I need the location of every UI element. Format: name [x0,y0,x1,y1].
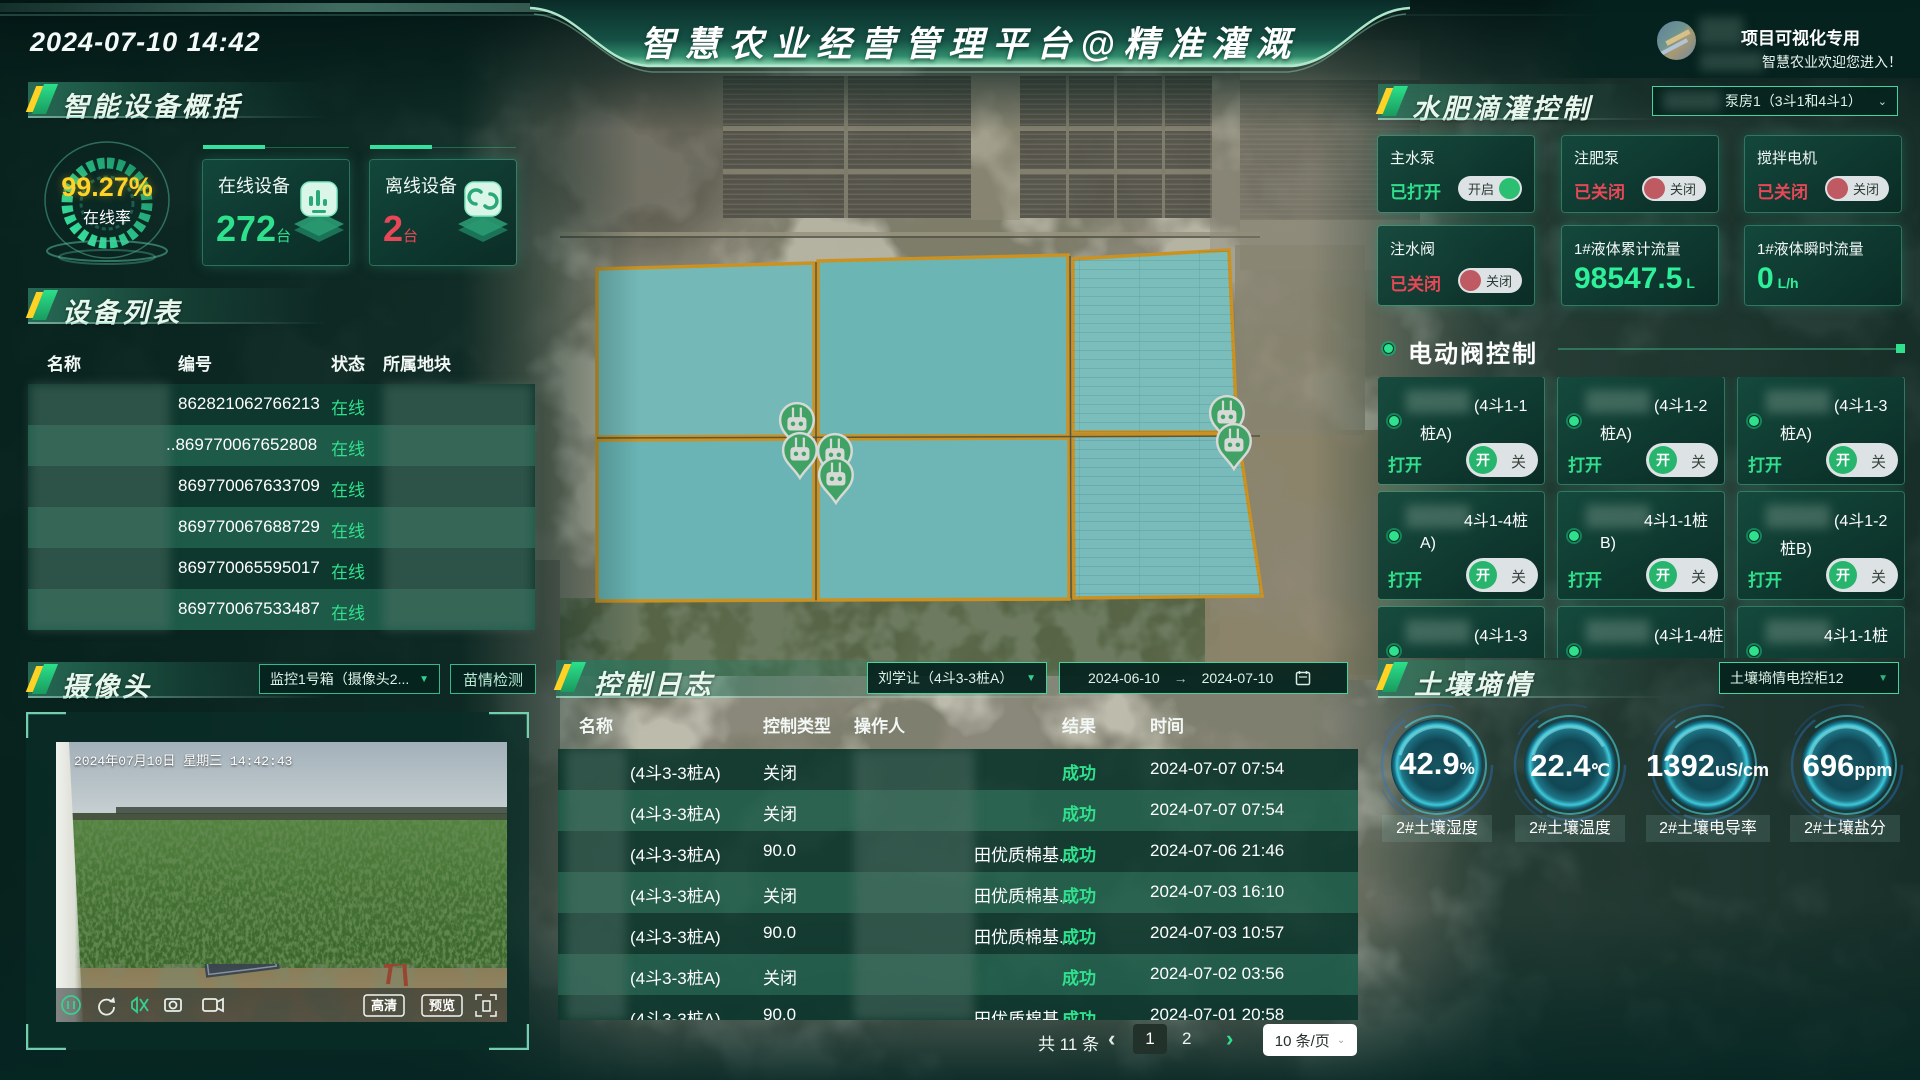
svg-text:高清: 高清 [371,998,397,1013]
svg-text:预览: 预览 [429,998,455,1013]
